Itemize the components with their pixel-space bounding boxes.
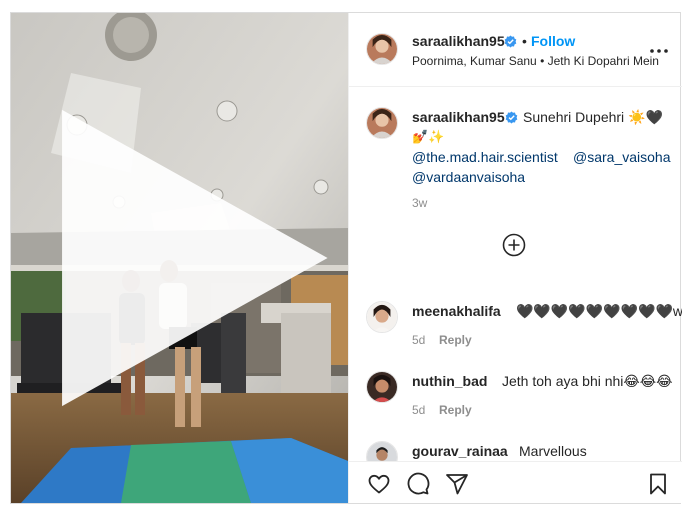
comment-item: meenakhalifa 🖤🖤🖤🖤🖤🖤🖤🖤🖤woh 5d Reply: [349, 299, 682, 369]
follow-button[interactable]: Follow: [531, 33, 575, 49]
commenter-username[interactable]: meenakhalifa: [412, 303, 501, 319]
mention-link[interactable]: @the.mad.hair.scientist: [412, 149, 558, 165]
comment-text: Jeth toh aya bhi nhi😂😂😂: [502, 373, 673, 389]
bookmark-icon[interactable]: [646, 472, 670, 496]
more-options-icon[interactable]: [647, 39, 671, 59]
comment-timestamp[interactable]: 5d: [412, 403, 425, 417]
play-icon[interactable]: [11, 13, 348, 503]
comment-item: gourav_rainaa Marvellous: [349, 439, 682, 461]
reply-button[interactable]: Reply: [439, 333, 472, 347]
post-header: saraalikhan95 • Follow Poornima, Kumar S…: [349, 13, 682, 87]
post-video[interactable]: [11, 13, 348, 503]
caption-text: Sunehri Dupehri ☀️🖤: [523, 109, 663, 125]
post-sidebar: saraalikhan95 • Follow Poornima, Kumar S…: [348, 13, 682, 503]
verified-badge-icon: [505, 111, 518, 124]
share-icon[interactable]: [445, 472, 469, 496]
comment-text: 🖤🖤🖤🖤🖤🖤🖤🖤🖤woh: [516, 303, 682, 319]
caption-avatar[interactable]: [366, 107, 398, 139]
commenter-avatar[interactable]: [366, 301, 398, 333]
comment-item: nuthin_bad Jeth toh aya bhi nhi😂😂😂 5d Re…: [349, 369, 682, 439]
author-avatar[interactable]: [366, 33, 398, 65]
reply-button[interactable]: Reply: [439, 403, 472, 417]
comment-icon[interactable]: [406, 472, 430, 496]
verified-badge-icon: [504, 35, 517, 48]
commenter-avatar[interactable]: [366, 371, 398, 403]
heart-icon[interactable]: [367, 472, 391, 496]
post-card: saraalikhan95 • Follow Poornima, Kumar S…: [10, 12, 682, 504]
caption-username[interactable]: saraalikhan95: [412, 109, 505, 125]
author-username[interactable]: saraalikhan95: [412, 33, 505, 49]
commenter-username[interactable]: gourav_rainaa: [412, 443, 508, 459]
audio-track-link[interactable]: Poornima, Kumar Sanu • Jeth Ki Dopahri M…: [412, 54, 659, 68]
mention-link[interactable]: @sara_vaisoha: [573, 149, 671, 165]
comment-timestamp[interactable]: 5d: [412, 333, 425, 347]
post-actions: [349, 461, 682, 503]
comment-text: Marvellous: [519, 443, 587, 459]
mention-link[interactable]: @vardaanvaisoha: [412, 169, 525, 185]
commenter-username[interactable]: nuthin_bad: [412, 373, 487, 389]
header-separator: •: [522, 33, 527, 49]
plus-circle-icon[interactable]: [502, 233, 526, 257]
commenter-avatar[interactable]: [366, 441, 398, 461]
caption-emoji-line: 💅✨: [412, 129, 445, 144]
comments-list[interactable]: saraalikhan95 Sunehri Dupehri ☀️🖤 💅✨ @th…: [349, 88, 682, 461]
caption-timestamp[interactable]: 3w: [412, 196, 427, 210]
